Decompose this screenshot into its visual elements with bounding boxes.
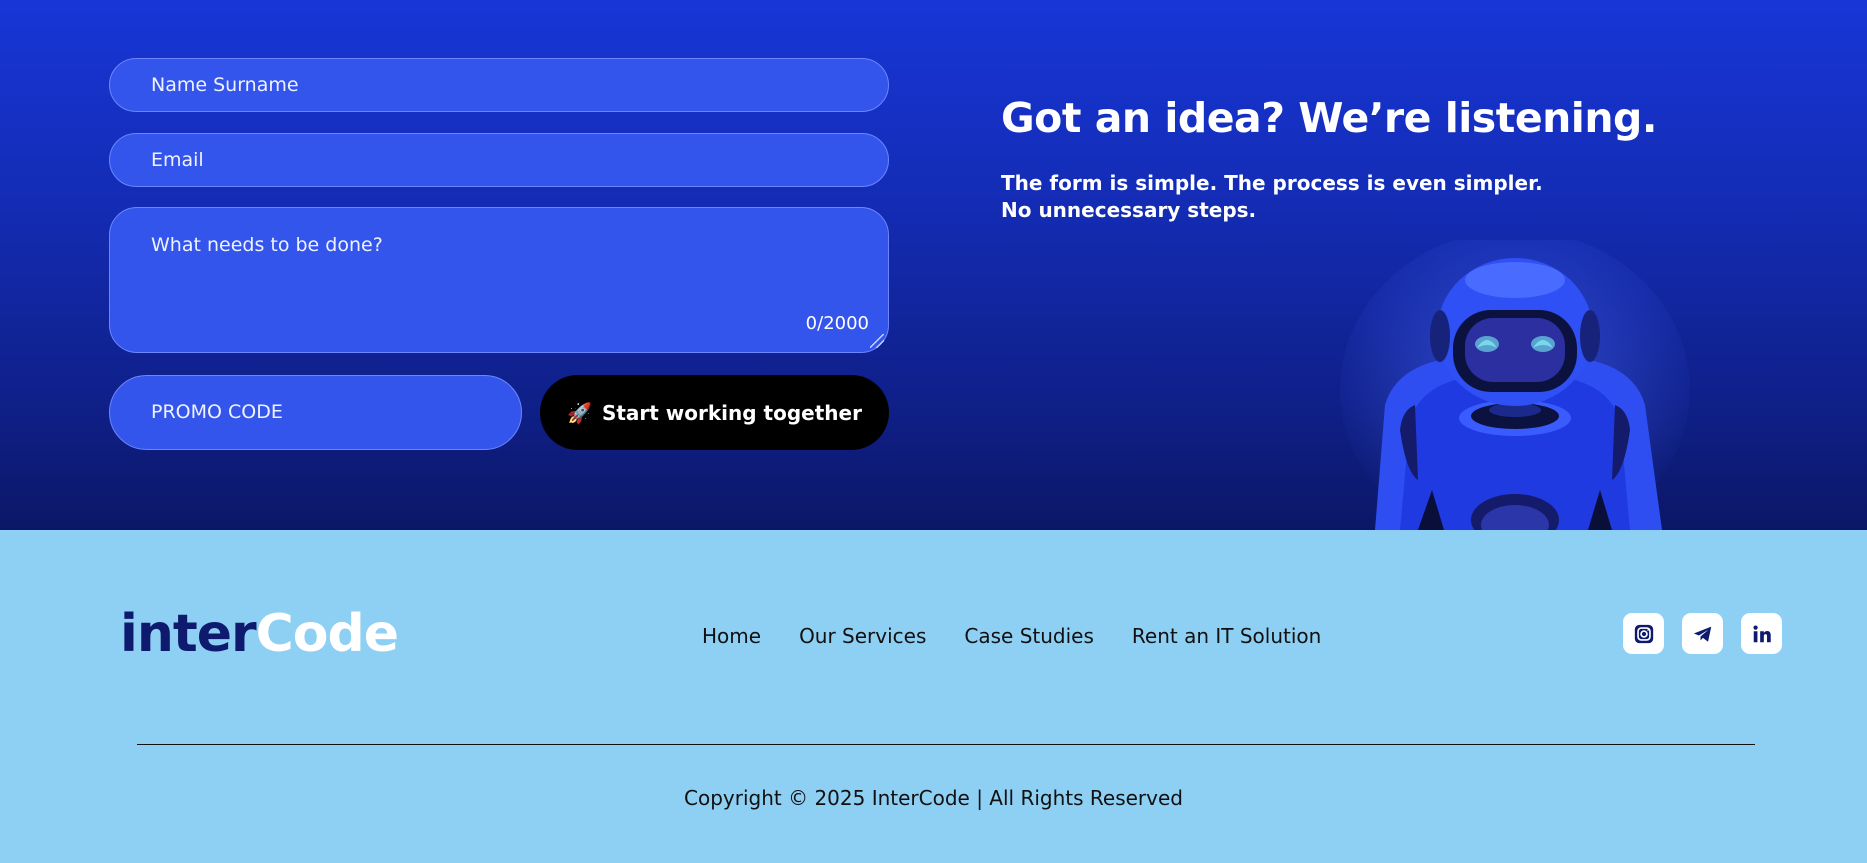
telegram-button[interactable] <box>1682 613 1723 654</box>
start-working-label: Start working together <box>601 400 862 425</box>
telegram-icon <box>1693 626 1711 642</box>
instagram-button[interactable] <box>1623 613 1664 654</box>
instagram-icon <box>1634 624 1653 643</box>
hero-subline-2: No unnecessary steps. <box>1001 198 1257 222</box>
linkedin-button[interactable] <box>1741 613 1782 654</box>
start-working-button[interactable]: 🚀 Start working together <box>540 375 889 450</box>
intercode-logo[interactable]: interCode <box>120 604 399 664</box>
message-textarea[interactable]: What needs to be done? 0/2000 <box>109 207 889 353</box>
linkedin-icon <box>1752 624 1771 642</box>
email-input[interactable]: Email <box>109 133 889 187</box>
nav-link-home[interactable]: Home <box>702 624 761 648</box>
robot-illustration <box>1340 240 1690 530</box>
char-counter: 0/2000 <box>805 313 869 334</box>
resize-handle[interactable] <box>870 334 884 348</box>
rocket-icon: 🚀 <box>567 400 592 425</box>
social-links <box>1623 613 1782 654</box>
name-input[interactable]: Name Surname <box>109 58 889 112</box>
nav-link-rent-it-solution[interactable]: Rent an IT Solution <box>1132 624 1321 648</box>
footer-nav: Home Our Services Case Studies Rent an I… <box>702 624 1321 648</box>
nav-link-our-services[interactable]: Our Services <box>799 624 926 648</box>
footer-divider <box>137 744 1755 745</box>
contact-section: Name Surname Email What needs to be done… <box>0 0 1867 530</box>
logo-part-code: Code <box>255 604 399 664</box>
nav-link-case-studies[interactable]: Case Studies <box>964 624 1094 648</box>
logo-part-inter: inter <box>120 604 257 664</box>
hero-subline-1: The form is simple. The process is even … <box>1001 171 1543 195</box>
copyright-text: Copyright © 2025 InterCode | All Rights … <box>684 786 1183 810</box>
message-placeholder: What needs to be done? <box>151 234 383 256</box>
promo-code-input[interactable]: PROMO CODE <box>109 375 522 450</box>
hero-headline: Got an idea? We’re listening. <box>1001 94 1657 142</box>
